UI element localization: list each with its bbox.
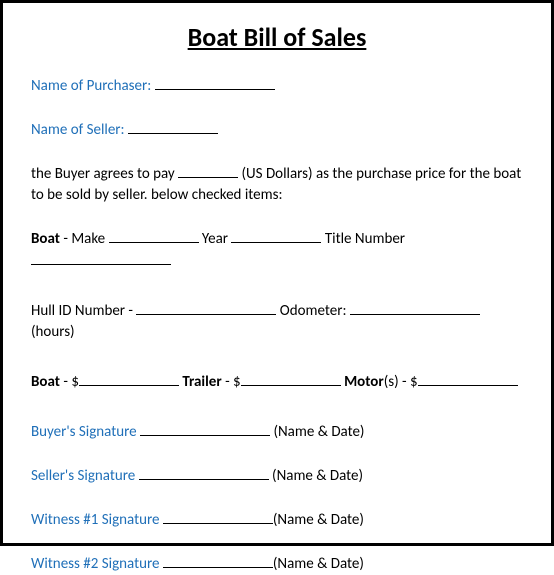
make-label: - Make — [60, 230, 109, 248]
motor-price-label: Motor — [344, 373, 384, 391]
document-page: Boat Bill of Sales Name of Purchaser: Na… — [0, 0, 554, 546]
seller-sig-row: Seller's Signature (Name & Date) — [31, 465, 523, 487]
seller-blank[interactable] — [128, 119, 218, 134]
seller-name-date: (Name & Date) — [272, 467, 363, 485]
boat-price-label: Boat — [31, 373, 60, 391]
hull-blank[interactable] — [136, 300, 276, 315]
boat-label: Boat — [31, 230, 60, 248]
trailer-price-label: Trailer — [182, 373, 221, 391]
page-title: Boat Bill of Sales — [31, 21, 523, 53]
buyer-sig-label: Buyer's Signature — [31, 423, 140, 441]
year-blank[interactable] — [231, 228, 321, 243]
motor-price-suffix: (s) - $ — [384, 373, 418, 391]
hours-label: (hours) — [31, 323, 75, 341]
buyer-name-date: (Name & Date) — [273, 423, 364, 441]
witness1-sig-blank[interactable] — [163, 509, 273, 524]
buyer-sig-row: Buyer's Signature (Name & Date) — [31, 421, 523, 443]
witness1-name-date: (Name & Date) — [273, 511, 364, 529]
purchaser-label: Name of Purchaser: — [31, 77, 151, 95]
agreement-row: the Buyer agrees to pay (US Dollars) as … — [31, 163, 523, 206]
motor-price-blank[interactable] — [418, 371, 518, 386]
agreement-pre: the Buyer agrees to pay — [31, 165, 178, 183]
trailer-price-blank[interactable] — [241, 371, 341, 386]
witness2-sig-row: Witness #2 Signature (Name & Date) — [31, 553, 523, 575]
witness1-sig-label: Witness #1 Signature — [31, 511, 163, 529]
trailer-price-sep: - $ — [222, 373, 241, 391]
title-num-blank[interactable] — [31, 250, 171, 265]
buyer-sig-blank[interactable] — [140, 421, 270, 436]
hull-label: Hull ID Number - — [31, 302, 136, 320]
make-blank[interactable] — [109, 228, 199, 243]
purchaser-row: Name of Purchaser: — [31, 75, 523, 97]
seller-sig-blank[interactable] — [139, 465, 269, 480]
price-row: Boat - $ Trailer - $ Motor(s) - $ — [31, 371, 523, 393]
witness1-sig-row: Witness #1 Signature (Name & Date) — [31, 509, 523, 531]
boat-price-blank[interactable] — [79, 371, 179, 386]
hull-row: Hull ID Number - Odometer: (hours) — [31, 300, 523, 343]
boat-price-sep: - $ — [60, 373, 79, 391]
seller-row: Name of Seller: — [31, 119, 523, 141]
odo-label: Odometer: — [276, 302, 349, 320]
witness2-name-date: (Name & Date) — [273, 555, 364, 573]
price-blank[interactable] — [178, 163, 238, 178]
seller-sig-label: Seller's Signature — [31, 467, 139, 485]
purchaser-blank[interactable] — [155, 75, 275, 90]
title-num-label: Title Number — [321, 230, 405, 248]
seller-label: Name of Seller: — [31, 121, 125, 139]
witness2-sig-blank[interactable] — [163, 553, 273, 568]
odo-blank[interactable] — [350, 300, 480, 315]
witness2-sig-label: Witness #2 Signature — [31, 555, 163, 573]
boat-details-row: Boat - Make Year Title Number — [31, 228, 523, 272]
year-label: Year — [199, 230, 232, 248]
